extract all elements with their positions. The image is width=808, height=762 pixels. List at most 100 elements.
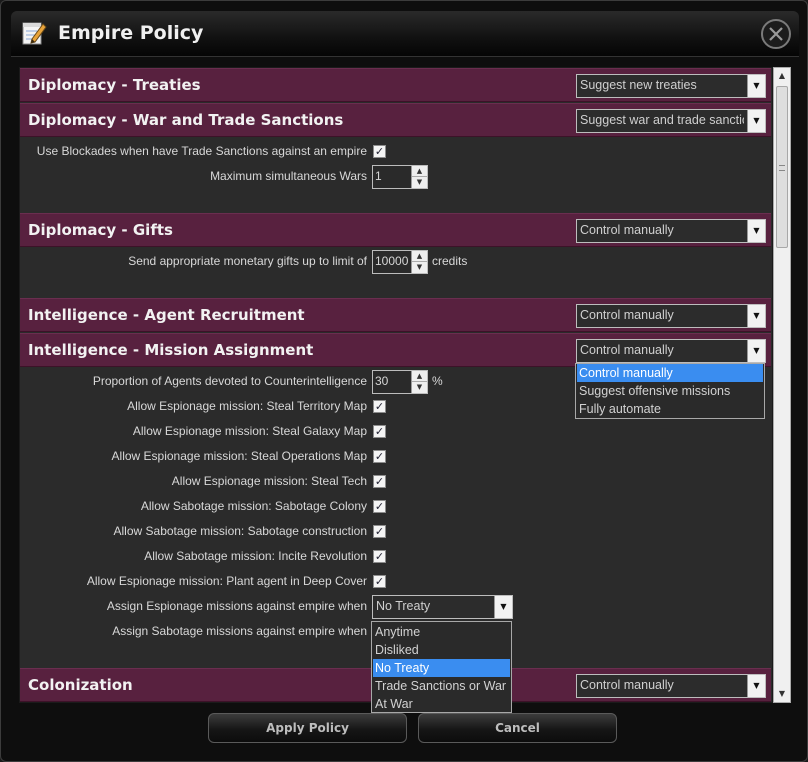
mission-check-label: Allow Espionage mission: Steal Territory… — [127, 399, 367, 413]
mission-check-label: Allow Sabotage mission: Sabotage Colony — [140, 499, 367, 513]
war-sanctions-policy-select[interactable]: Suggest war and trade sanctions ▼ — [576, 109, 766, 133]
chevron-down-icon[interactable]: ▼ — [747, 220, 765, 242]
gifts-suffix: credits — [432, 254, 468, 268]
checkmark-icon: ✓ — [374, 425, 385, 438]
mission-checkbox[interactable]: ✓ — [373, 500, 386, 513]
max-wars-stepper[interactable]: 1 ▲ ▼ — [372, 165, 428, 189]
gifts-limit-stepper[interactable]: 10000 ▲ ▼ — [372, 250, 428, 274]
window-title: Empire Policy — [58, 22, 204, 44]
chevron-down-icon[interactable]: ▼ — [747, 305, 765, 327]
mission-checkbox[interactable]: ✓ — [373, 425, 386, 438]
recruitment-policy-select[interactable]: Control manually ▼ — [576, 304, 766, 328]
section-diplomacy-war-sanctions: Diplomacy - War and Trade Sanctions Sugg… — [20, 103, 771, 137]
mission-check-label: Allow Espionage mission: Plant agent in … — [86, 574, 367, 588]
dropdown-option[interactable]: Anytime — [373, 623, 510, 641]
empire-policy-window: Empire Policy Diplomacy - Treaties Sugge… — [0, 0, 808, 762]
mission-checkbox[interactable]: ✓ — [373, 400, 386, 413]
checkmark-icon: ✓ — [374, 575, 385, 588]
scroll-up-icon[interactable]: ▲ — [774, 68, 790, 84]
mission-check-label: Allow Espionage mission: Steal Operation… — [111, 449, 367, 463]
chevron-down-icon[interactable]: ▼ — [747, 675, 765, 697]
checkmark-icon: ✓ — [374, 525, 385, 538]
checkmark-icon: ✓ — [374, 400, 385, 413]
cancel-button[interactable]: Cancel — [418, 713, 617, 743]
chevron-down-icon[interactable]: ▼ — [747, 75, 765, 97]
apply-policy-button[interactable]: Apply Policy — [208, 713, 407, 743]
dropdown-option[interactable]: Fully automate — [577, 400, 763, 418]
mission-checkbox[interactable]: ✓ — [373, 575, 386, 588]
grip-icon — [779, 165, 785, 171]
missions-policy-select[interactable]: Control manually ▼ — [576, 339, 766, 363]
checkmark-icon: ✓ — [374, 475, 385, 488]
section-diplomacy-treaties: Diplomacy - Treaties Suggest new treatie… — [20, 68, 771, 102]
mission-check-label: Allow Espionage mission: Steal Galaxy Ma… — [132, 424, 367, 438]
dropdown-option[interactable]: Trade Sanctions or War — [373, 677, 510, 695]
counterintelligence-label: Proportion of Agents devoted to Counteri… — [92, 374, 367, 388]
percent-suffix: % — [432, 374, 443, 388]
stepper-down-icon[interactable]: ▼ — [412, 262, 427, 273]
select-value: Control manually — [580, 223, 674, 237]
checkmark-icon: ✓ — [374, 500, 385, 513]
espionage-when-dropdown-list: Anytime Disliked No Treaty Trade Sanctio… — [371, 621, 512, 713]
select-value: No Treaty — [376, 599, 431, 613]
section-title: Diplomacy - Gifts — [28, 221, 173, 239]
scroll-down-icon[interactable]: ▼ — [774, 686, 790, 702]
chevron-down-icon[interactable]: ▼ — [494, 596, 512, 618]
close-button[interactable] — [761, 19, 791, 49]
section-intelligence-missions: Intelligence - Mission Assignment Contro… — [20, 333, 771, 367]
espionage-when-label: Assign Espionage missions against empire… — [106, 599, 367, 613]
max-wars-value: 1 — [375, 169, 382, 183]
treaties-policy-select[interactable]: Suggest new treaties ▼ — [576, 74, 766, 98]
select-value: Suggest new treaties — [580, 78, 697, 92]
counterintelligence-stepper[interactable]: 30 ▲ ▼ — [372, 370, 428, 394]
dropdown-option[interactable]: Disliked — [373, 641, 510, 659]
stepper-buttons: ▲ ▼ — [411, 371, 427, 393]
checkmark-icon: ✓ — [374, 450, 385, 463]
gifts-policy-select[interactable]: Control manually ▼ — [576, 219, 766, 243]
stepper-up-icon[interactable]: ▲ — [412, 166, 427, 177]
stepper-buttons: ▲ ▼ — [411, 166, 427, 188]
checkmark-icon: ✓ — [374, 145, 385, 158]
section-title: Intelligence - Mission Assignment — [28, 341, 314, 359]
mission-policy-dropdown-list: Control manually Suggest offensive missi… — [575, 363, 765, 419]
dropdown-option[interactable]: No Treaty — [373, 659, 510, 677]
stepper-up-icon[interactable]: ▲ — [412, 251, 427, 262]
section-title: Colonization — [28, 676, 133, 694]
stepper-down-icon[interactable]: ▼ — [412, 382, 427, 393]
mission-check-label: Allow Sabotage mission: Incite Revolutio… — [144, 549, 367, 563]
mission-check-label: Allow Espionage mission: Steal Tech — [171, 474, 367, 488]
mission-checkbox[interactable]: ✓ — [373, 450, 386, 463]
colonization-policy-select[interactable]: Control manually ▼ — [576, 674, 766, 698]
section-title: Diplomacy - Treaties — [28, 76, 201, 94]
checkmark-icon: ✓ — [374, 550, 385, 563]
dropdown-option[interactable]: Suggest offensive missions — [577, 382, 763, 400]
chevron-down-icon[interactable]: ▼ — [747, 340, 765, 362]
stepper-down-icon[interactable]: ▼ — [412, 177, 427, 188]
blockades-label: Use Blockades when have Trade Sanctions … — [36, 144, 367, 158]
content-scrollbar[interactable]: ▲ ▼ — [773, 67, 791, 703]
mission-checkbox[interactable]: ✓ — [373, 525, 386, 538]
section-intelligence-recruitment: Intelligence - Agent Recruitment Control… — [20, 298, 771, 332]
max-wars-label: Maximum simultaneous Wars — [210, 169, 367, 183]
stepper-up-icon[interactable]: ▲ — [412, 371, 427, 382]
select-value: Control manually — [580, 308, 674, 322]
section-title: Diplomacy - War and Trade Sanctions — [28, 111, 344, 129]
select-value: Control manually — [580, 343, 674, 357]
chevron-down-icon[interactable]: ▼ — [747, 110, 765, 132]
title-bar: Empire Policy — [11, 11, 799, 57]
blockades-checkbox[interactable]: ✓ — [373, 145, 386, 158]
mission-check-label: Allow Sabotage mission: Sabotage constru… — [113, 524, 367, 538]
counterintelligence-value: 30 — [375, 374, 389, 388]
espionage-when-select[interactable]: No Treaty ▼ — [372, 595, 513, 619]
select-value: Suggest war and trade sanctions — [580, 113, 744, 127]
section-diplomacy-gifts: Diplomacy - Gifts Control manually ▼ — [20, 213, 771, 247]
select-value: Control manually — [580, 678, 674, 692]
scroll-thumb[interactable] — [776, 86, 788, 248]
mission-checkbox[interactable]: ✓ — [373, 475, 386, 488]
dropdown-option[interactable]: Control manually — [577, 364, 763, 382]
close-icon — [769, 27, 783, 41]
dropdown-option[interactable]: At War — [373, 695, 510, 713]
stepper-buttons: ▲ ▼ — [411, 251, 427, 273]
mission-checkbox[interactable]: ✓ — [373, 550, 386, 563]
notepad-pencil-icon — [22, 22, 47, 45]
